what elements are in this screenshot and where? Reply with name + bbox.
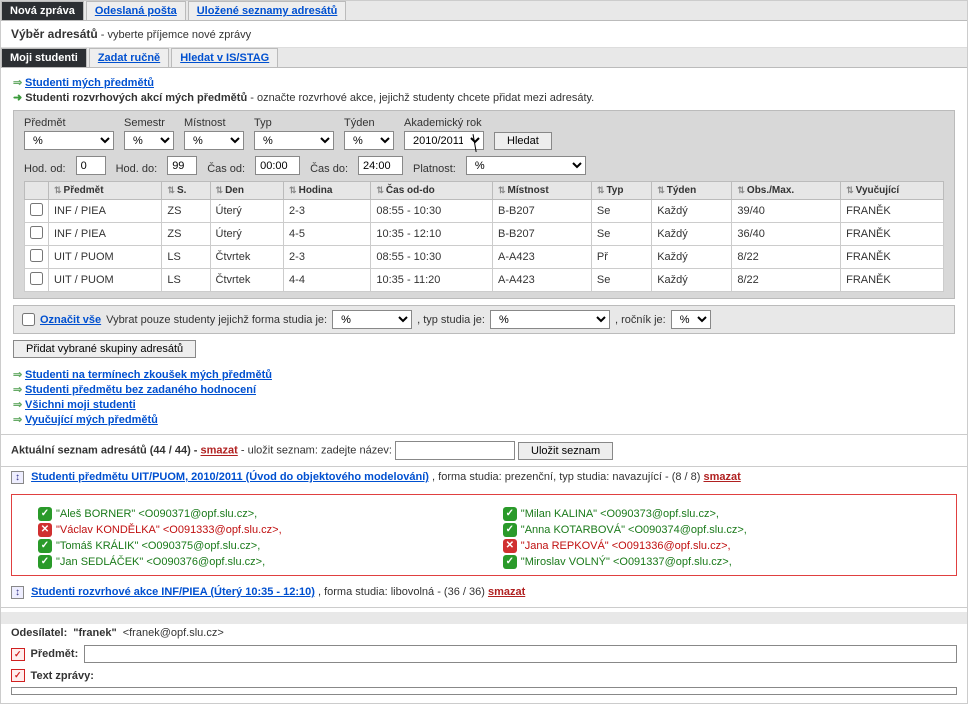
- search-button[interactable]: Hledat: [494, 132, 552, 150]
- group2-title-link[interactable]: Studenti rozvrhové akce INF/PIEA (Úterý …: [31, 586, 315, 598]
- semester-select[interactable]: %: [124, 131, 174, 150]
- check-icon[interactable]: ✓: [38, 539, 52, 553]
- subject-label: Předmět:: [31, 648, 79, 660]
- subtab-my-students[interactable]: Moji studenti: [1, 48, 87, 67]
- subject-input[interactable]: [84, 645, 957, 663]
- email-item: ✓"Tomáš KRÁLIK" <O090375@opf.slu.cz>,: [38, 539, 483, 553]
- email-item: ✓"Milan KALINA" <O090373@opf.slu.cz>,: [503, 507, 948, 521]
- email-item: ✕"Jana REPKOVÁ" <O091336@opf.slu.cz>,: [503, 539, 948, 553]
- week-select[interactable]: %: [344, 131, 394, 150]
- hour-from-input[interactable]: [76, 156, 106, 175]
- link-exam-terms[interactable]: Studenti na termínech zkoušek mých předm…: [25, 369, 272, 381]
- current-list-title: Aktuální seznam adresátů (44 / 44) -: [11, 445, 197, 457]
- group1-title-link[interactable]: Studenti předmětu UIT/PUOM, 2010/2011 (Ú…: [31, 471, 429, 483]
- row-checkbox[interactable]: [30, 272, 43, 285]
- remove-icon[interactable]: ✕: [38, 523, 52, 537]
- save-list-button[interactable]: Uložit seznam: [518, 442, 613, 460]
- table-row: INF / PIEAZSÚterý4-510:35 - 12:10B-B207S…: [25, 223, 944, 246]
- check-icon[interactable]: ✓: [38, 507, 52, 521]
- type-select[interactable]: %: [254, 131, 334, 150]
- subtab-search-stag[interactable]: Hledat v IS/STAG: [171, 48, 278, 67]
- group1-box: ✓"Aleš BORNER" <O090371@opf.slu.cz>, ✓"Mi…: [11, 494, 957, 576]
- email-item: ✓"Jan SEDLÁČEK" <O090376@opf.slu.cz>,: [38, 555, 483, 569]
- check-all-link[interactable]: Označit vše: [40, 314, 101, 326]
- subject-select[interactable]: %: [24, 131, 114, 150]
- validity-select[interactable]: %: [466, 156, 586, 175]
- sender-label: Odesílatel:: [11, 627, 67, 639]
- list-name-input[interactable]: [395, 441, 515, 460]
- tab-new-message[interactable]: Nová zpráva: [1, 1, 84, 20]
- link-students-schedule-actions: Studenti rozvrhových akcí mých předmětů: [25, 92, 247, 104]
- study-form-select[interactable]: %: [332, 310, 412, 329]
- add-selected-groups-button[interactable]: Přidat vybrané skupiny adresátů: [13, 340, 196, 358]
- required-icon: ✓: [11, 648, 25, 661]
- check-all-checkbox[interactable]: [22, 313, 35, 326]
- row-checkbox[interactable]: [30, 249, 43, 262]
- remove-icon[interactable]: ✕: [503, 539, 517, 553]
- col-header[interactable]: Vyučující: [841, 182, 944, 200]
- hour-to-input[interactable]: [167, 156, 197, 175]
- tab-saved-lists[interactable]: Uložené seznamy adresátů: [188, 1, 347, 20]
- top-tabs: Nová zpráva Odeslaná pošta Uložené sezna…: [1, 1, 967, 21]
- group1-delete-link[interactable]: smazat: [704, 471, 741, 483]
- link-students-my-subjects[interactable]: Studenti mých předmětů: [25, 77, 154, 89]
- email-item: ✓"Anna KOTARBOVÁ" <O090374@opf.slu.cz>,: [503, 523, 948, 537]
- time-from-input[interactable]: [255, 156, 300, 175]
- row-checkbox[interactable]: [30, 203, 43, 216]
- col-header[interactable]: S.: [162, 182, 210, 200]
- text-label: Text zprávy:: [31, 670, 94, 682]
- year-num-select[interactable]: %: [671, 310, 711, 329]
- col-header[interactable]: Typ: [591, 182, 651, 200]
- col-header[interactable]: Předmět: [49, 182, 162, 200]
- col-header[interactable]: Obs./Max.: [732, 182, 841, 200]
- expand-icon[interactable]: ↕: [11, 586, 24, 599]
- email-item: ✕"Václav KONDĚLKA" <O091333@opf.slu.cz>,: [38, 523, 483, 537]
- year-select[interactable]: 2010/2011: [404, 131, 484, 150]
- study-type-select[interactable]: %: [490, 310, 610, 329]
- col-header[interactable]: Týden: [652, 182, 732, 200]
- check-icon[interactable]: ✓: [38, 555, 52, 569]
- check-icon[interactable]: ✓: [503, 555, 517, 569]
- required-icon: ✓: [11, 669, 25, 682]
- table-row: UIT / PUOMLSČtvrtek4-410:35 - 11:20A-A42…: [25, 269, 944, 292]
- filter-panel: Předmět% Semestr% Místnost% Typ% Týden% …: [13, 110, 955, 299]
- email-item: ✓"Aleš BORNER" <O090371@opf.slu.cz>,: [38, 507, 483, 521]
- col-header[interactable]: Den: [210, 182, 284, 200]
- row-checkbox[interactable]: [30, 226, 43, 239]
- email-item: ✓"Miroslav VOLNÝ" <O091337@opf.slu.cz>,: [503, 555, 948, 569]
- sender-addr: <franek@opf.slu.cz>: [123, 627, 224, 639]
- col-header[interactable]: Hodina: [284, 182, 371, 200]
- tab-sent[interactable]: Odeslaná pošta: [86, 1, 186, 20]
- time-to-input[interactable]: [358, 156, 403, 175]
- sub-tabs: Moji studenti Zadat ručně Hledat v IS/ST…: [1, 48, 967, 68]
- collapse-icon[interactable]: ↕: [11, 471, 24, 484]
- group2-delete-link[interactable]: smazat: [488, 586, 525, 598]
- subtab-manual[interactable]: Zadat ručně: [89, 48, 169, 67]
- col-header[interactable]: Čas od-do: [371, 182, 493, 200]
- table-row: UIT / PUOMLSČtvrtek2-308:55 - 10:30A-A42…: [25, 246, 944, 269]
- schedule-table: PředmětS.DenHodinaČas od-doMístnostTypTý…: [24, 181, 944, 292]
- room-select[interactable]: %: [184, 131, 244, 150]
- col-header[interactable]: Místnost: [493, 182, 592, 200]
- page-title: Výběr adresátů: [11, 27, 98, 41]
- table-row: INF / PIEAZSÚterý2-308:55 - 10:30B-B207S…: [25, 200, 944, 223]
- link-all-students[interactable]: Všichni moji studenti: [25, 399, 136, 411]
- link-no-grade[interactable]: Studenti předmětu bez zadaného hodnocení: [25, 384, 256, 396]
- check-icon[interactable]: ✓: [503, 507, 517, 521]
- clear-list-link[interactable]: smazat: [201, 445, 238, 457]
- check-icon[interactable]: ✓: [503, 523, 517, 537]
- sender-name: "franek": [73, 627, 116, 639]
- page-subtitle: - vyberte příjemce nové zprávy: [101, 29, 251, 41]
- link-teachers[interactable]: Vyučující mých předmětů: [25, 414, 158, 426]
- message-body-input[interactable]: [11, 687, 957, 695]
